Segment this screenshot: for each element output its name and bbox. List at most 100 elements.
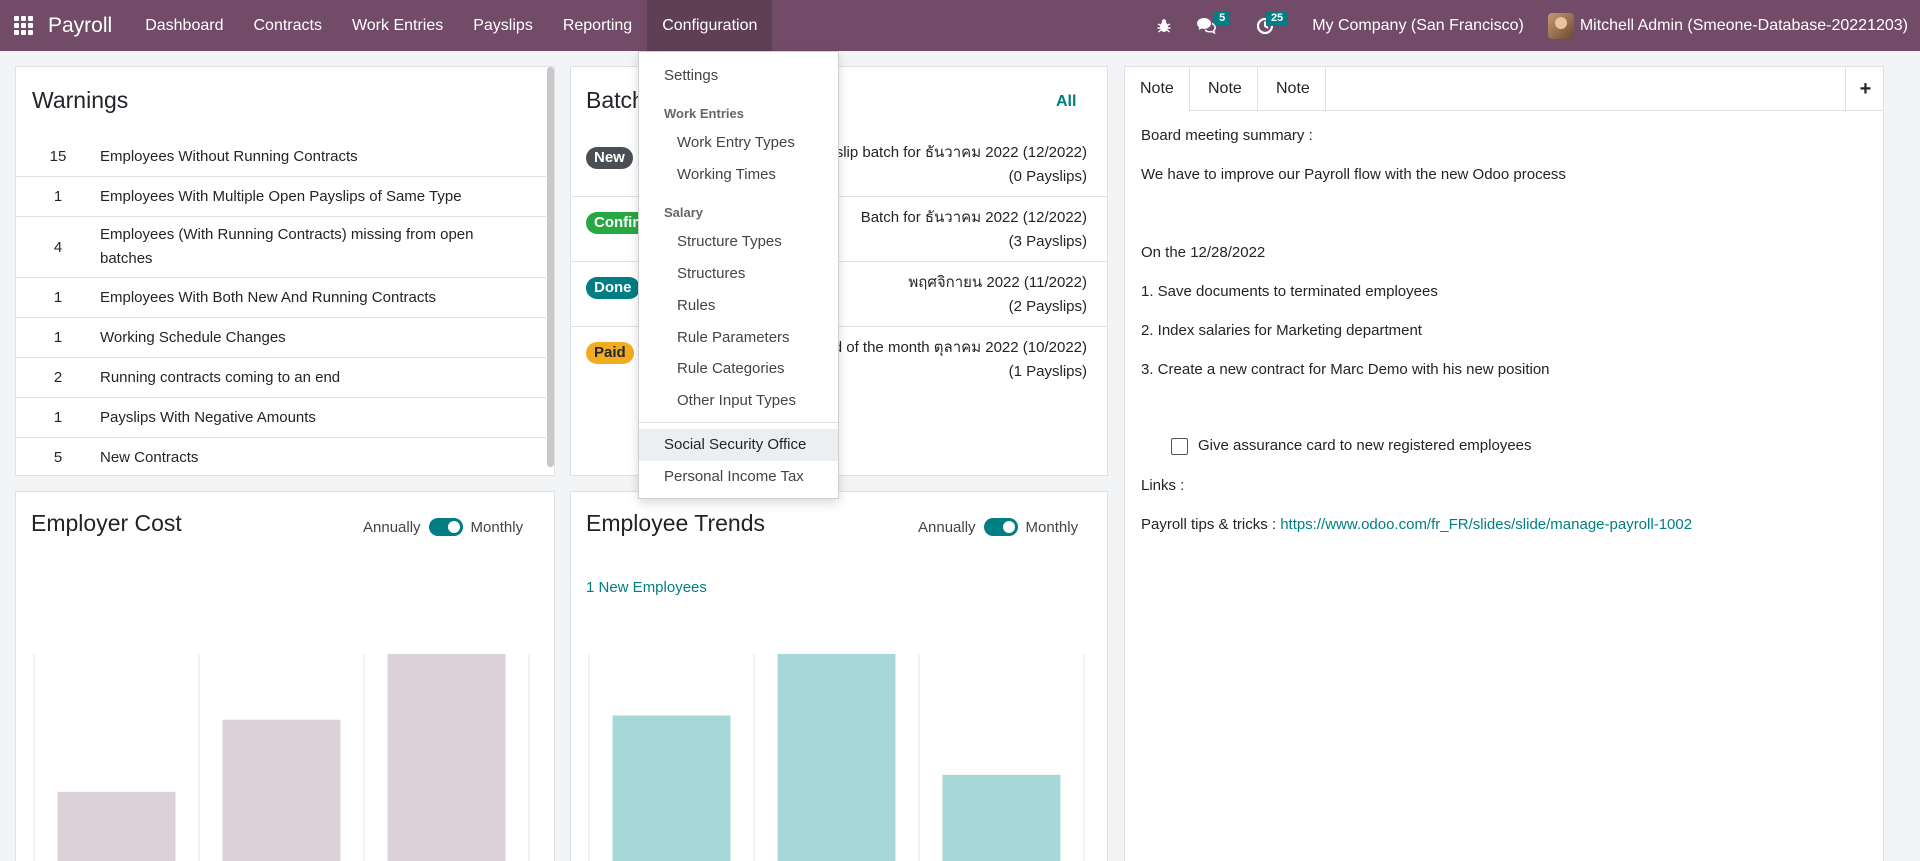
dropdown-divider	[639, 422, 838, 423]
warning-row[interactable]: 1 Employees With Multiple Open Payslips o…	[16, 177, 546, 217]
new-employees-link[interactable]: 1 New Employees	[586, 579, 707, 596]
user-name: Mitchell Admin (Smeone-Database-20221203…	[1579, 16, 1908, 34]
status-badge: New	[586, 147, 633, 169]
menu-work-entry-types[interactable]: Work Entry Types	[639, 127, 838, 159]
messages-badge: 5	[1214, 11, 1231, 26]
menu-contracts[interactable]: Contracts	[238, 0, 336, 51]
warning-row[interactable]: 1 Employees With Both New And Running Con…	[16, 278, 546, 318]
employee-trends-title: Employee Trends	[586, 510, 765, 536]
activities-clock-icon[interactable]: 25	[1244, 0, 1289, 51]
warning-row[interactable]: 5 New Contracts	[16, 438, 546, 475]
user-menu[interactable]: Mitchell Admin (Smeone-Database-20221203…	[1547, 12, 1908, 39]
employee-trends-chart	[588, 654, 1085, 861]
toggle-label-monthly[interactable]: Monthly	[1026, 519, 1079, 536]
batch-label: พฤศจิกายน 2022 (11/2022) (2 Payslips)	[908, 271, 1087, 319]
warning-text: Employees With Multiple Open Payslips of…	[100, 187, 462, 205]
menu-configuration[interactable]: Configuration	[647, 0, 773, 51]
menu-dashboard[interactable]: Dashboard	[130, 0, 238, 51]
batch-name: End of the month ตุลาคม 2022 (10/2022)	[815, 339, 1087, 356]
chart-bar[interactable]	[612, 715, 731, 861]
note-line: Links :	[1141, 477, 1185, 494]
avatar	[1547, 12, 1574, 39]
menu-settings[interactable]: Settings	[639, 60, 838, 92]
menu-payslips[interactable]: Payslips	[458, 0, 548, 51]
batch-label: End of the month ตุลาคม 2022 (10/2022) (1…	[815, 336, 1087, 384]
warning-text: Running contracts coming to an end	[100, 368, 341, 386]
tab-note-3[interactable]: Note	[1261, 67, 1326, 111]
toggle-label-annually[interactable]: Annually	[918, 519, 976, 536]
employee-trends-period-toggle: Annually Monthly	[918, 518, 1078, 536]
menu-personal-income-tax[interactable]: Personal Income Tax	[639, 461, 838, 493]
menu-other-input-types[interactable]: Other Input Types	[639, 385, 838, 417]
chart-bar[interactable]	[777, 654, 896, 861]
batch-label: Batch for ธันวาคม 2022 (12/2022) (3 Paysl…	[861, 206, 1087, 254]
messages-icon[interactable]: 5	[1184, 0, 1231, 51]
warnings-panel: Warnings 15 Employees Without Running Con…	[15, 66, 555, 476]
app-brand[interactable]: Payroll	[48, 14, 112, 38]
menu-working-times[interactable]: Working Times	[639, 159, 838, 191]
note-line: 3. Create a new contract for Marc Demo w…	[1141, 361, 1550, 378]
batch-name: Batch for ธันวาคม 2022 (12/2022)	[860, 209, 1087, 226]
batch-payslips: (2 Payslips)	[1008, 298, 1087, 315]
batch-payslips: (1 Payslips)	[1008, 363, 1087, 380]
warnings-list: 15 Employees Without Running Contracts 1E…	[16, 137, 546, 475]
menu-rule-categories[interactable]: Rule Categories	[639, 353, 838, 385]
checklist-text: Give assurance card to new registered em…	[1198, 437, 1532, 454]
warning-count: 1	[53, 329, 63, 346]
warnings-title: Warnings	[32, 87, 129, 113]
notes-tabs: Note Note Note +	[1125, 67, 1883, 112]
note-line: We have to improve our Payroll flow with…	[1141, 166, 1566, 183]
employer-cost-title: Employer Cost	[31, 510, 182, 536]
bug-icon[interactable]	[1144, 0, 1184, 51]
warning-row[interactable]: 1 Payslips With Negative Amounts	[16, 398, 546, 438]
note-line: 1. Save documents to terminated employee…	[1141, 283, 1438, 300]
assurance-checkbox[interactable]	[1171, 437, 1188, 455]
period-toggle-switch[interactable]	[428, 518, 463, 536]
period-toggle-switch[interactable]	[983, 518, 1018, 536]
employee-trends-panel: Employee Trends Annually Monthly 1 New E…	[570, 491, 1108, 861]
employer-cost-panel: Employer Cost Annually Monthly	[15, 491, 555, 861]
toggle-label-monthly[interactable]: Monthly	[471, 519, 524, 536]
chart-bar[interactable]	[57, 791, 176, 861]
salary-header: Salary	[664, 205, 704, 220]
add-note-button[interactable]: +	[1845, 67, 1883, 111]
tab-note-2[interactable]: Note	[1193, 67, 1258, 111]
warning-row[interactable]: 4 Employees (With Running Contracts) miss…	[16, 217, 546, 278]
tips-link[interactable]: https://www.odoo.com/fr_FR/slides/slide/…	[1280, 516, 1692, 533]
chart-bar[interactable]	[222, 719, 341, 861]
menu-work-entries[interactable]: Work Entries	[337, 0, 458, 51]
menu-social-security-office[interactable]: Social Security Office	[639, 429, 838, 461]
batch-payslips: (0 Payslips)	[1008, 168, 1087, 185]
menu-structure-types[interactable]: Structure Types	[639, 226, 838, 258]
company-switcher[interactable]: My Company (San Francisco)	[1312, 17, 1524, 35]
configuration-dropdown: Settings Work Entries Work Entry Types W…	[638, 51, 839, 499]
warning-text: Employees Without Running Contracts	[100, 147, 358, 165]
chart-bar[interactable]	[942, 774, 1061, 861]
warning-row[interactable]: 15 Employees Without Running Contracts	[16, 137, 546, 177]
employer-cost-chart	[33, 654, 530, 861]
warning-count: 15	[49, 148, 67, 165]
navbar-systray: 5 25 My Company (San Francisco) Mitchell…	[1144, 0, 1920, 51]
warning-text: Working Schedule Changes	[100, 328, 286, 346]
menu-reporting[interactable]: Reporting	[548, 0, 647, 51]
menu-rule-parameters[interactable]: Rule Parameters	[639, 322, 838, 354]
warnings-scrollbar[interactable]	[547, 67, 554, 467]
tips-label: Payroll tips & tricks :	[1141, 516, 1281, 533]
warning-text: Employees (With Running Contracts) missi…	[100, 226, 474, 267]
app-grid-icon[interactable]	[14, 16, 34, 36]
batches-all-link[interactable]: All	[1056, 93, 1076, 111]
status-badge: Paid	[586, 342, 634, 364]
note-line: Payroll tips & tricks : https://www.odoo…	[1141, 516, 1692, 533]
employer-cost-period-toggle: Annually Monthly	[363, 518, 523, 536]
warning-count: 1	[53, 188, 63, 205]
chart-bar[interactable]	[387, 654, 506, 861]
tab-note-1[interactable]: Note	[1125, 67, 1190, 112]
warning-row[interactable]: 2 Running contracts coming to an end	[16, 358, 546, 398]
menu-structures[interactable]: Structures	[639, 258, 838, 290]
toggle-label-annually[interactable]: Annually	[363, 519, 421, 536]
top-navbar: Payroll Dashboard Contracts Work Entries…	[0, 0, 1920, 51]
batch-label: Payslip batch for ธันวาคม 2022 (12/2022)…	[810, 141, 1087, 189]
warning-count: 2	[53, 369, 63, 386]
menu-rules[interactable]: Rules	[639, 290, 838, 322]
warning-row[interactable]: 1 Working Schedule Changes	[16, 318, 546, 358]
